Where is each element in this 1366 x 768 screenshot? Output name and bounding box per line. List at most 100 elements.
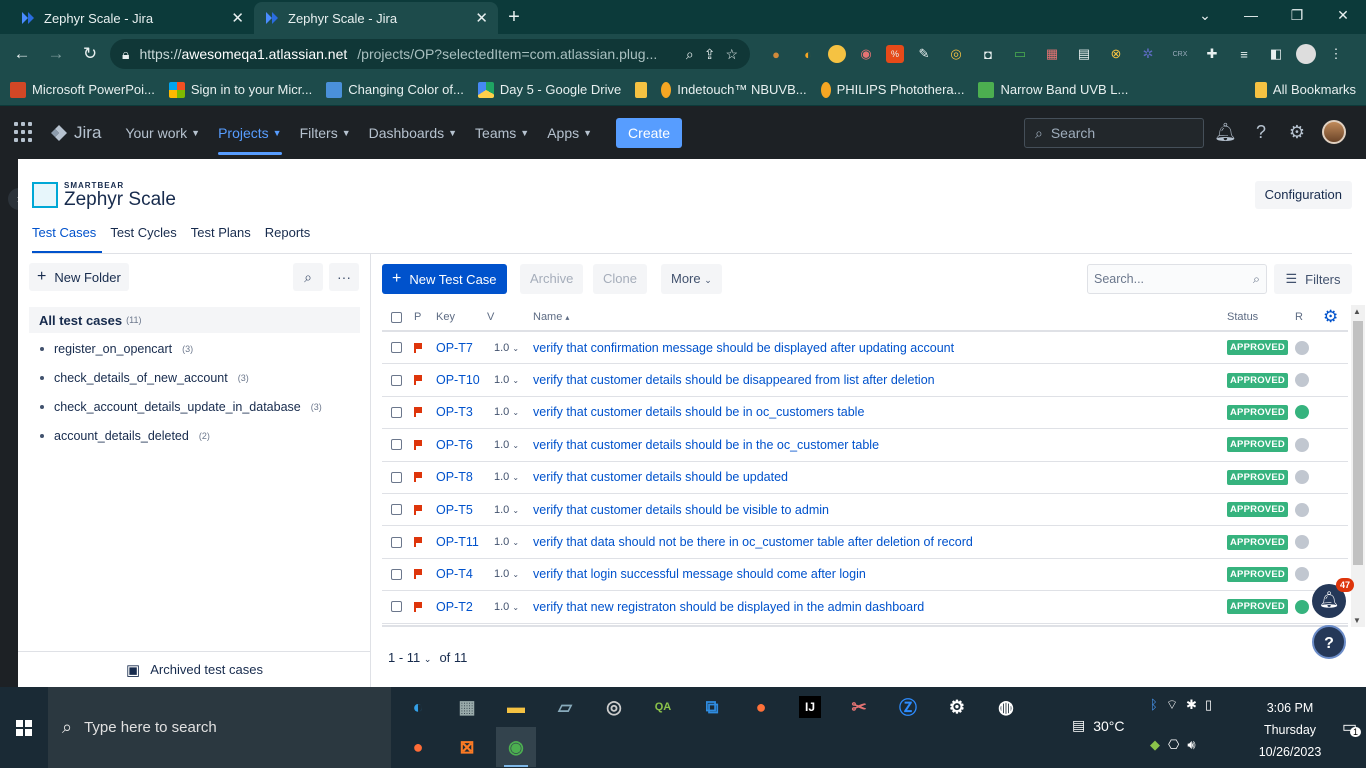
settings-gear-icon[interactable]: ⚙ xyxy=(1286,121,1308,143)
zoom-app-icon[interactable]: Ⓩ xyxy=(888,687,928,727)
bookmark-item[interactable]: Narrow Band UVB L... xyxy=(978,81,1128,98)
row-checkbox[interactable] xyxy=(391,536,402,548)
tab-search-icon[interactable]: ⌄ xyxy=(1182,0,1228,30)
puzzle-extension-icon[interactable]: ✚ xyxy=(1200,42,1224,66)
test-case-name-link[interactable]: verify that customer details should be v… xyxy=(533,503,829,517)
network-icon[interactable]: ⎔ xyxy=(1168,737,1179,753)
table-row[interactable]: OP-T3 1.0 ⌄ verify that customer details s… xyxy=(382,397,1348,430)
test-case-key-link[interactable]: OP-T4 xyxy=(436,567,473,581)
bookmark-folder[interactable] xyxy=(635,81,648,98)
test-case-name-link[interactable]: verify that new registraton should be di… xyxy=(533,600,924,614)
tab-test-cases[interactable]: Test Cases xyxy=(32,225,103,253)
snipping-tool-app-icon[interactable]: ✂ xyxy=(839,687,879,727)
version-dropdown[interactable]: 1.0 ⌄ xyxy=(494,471,519,483)
calc-extension-icon[interactable]: % xyxy=(886,45,904,63)
select-all-checkbox[interactable] xyxy=(391,311,402,323)
folder-item[interactable]: account_details_deleted (2) xyxy=(40,429,210,443)
nav-your-work[interactable]: Your work ▼ xyxy=(125,106,200,159)
folder-item[interactable]: register_on_opencart (3) xyxy=(40,342,193,356)
clone-button[interactable]: Clone xyxy=(593,264,647,294)
qa-preview-app-icon[interactable]: QA xyxy=(643,687,683,727)
row-checkbox[interactable] xyxy=(391,374,402,386)
tray-app-icon[interactable]: ◆ xyxy=(1150,737,1160,753)
jira-logo[interactable]: Jira xyxy=(50,123,101,143)
cookie-extension-icon[interactable]: ● xyxy=(764,42,788,66)
column-header-name[interactable]: Name ▴ xyxy=(533,311,569,323)
browser-tab-2[interactable]: Zephyr Scale - Jira ✕ xyxy=(254,2,498,34)
reload-icon[interactable]: ↻ xyxy=(76,40,104,68)
bookmark-item[interactable]: PHILIPS Phototherа... xyxy=(820,81,964,98)
folder-more-button[interactable]: ··· xyxy=(329,263,359,291)
action-center-button[interactable]: ▭ 1 xyxy=(1342,717,1362,737)
gear-extension-icon[interactable]: ✲ xyxy=(1136,42,1160,66)
close-window-icon[interactable]: ✕ xyxy=(1320,0,1366,30)
test-case-name-link[interactable]: verify that confirmation message should … xyxy=(533,341,954,355)
crx-extension-icon[interactable]: CRX xyxy=(1168,42,1192,66)
weather-widget[interactable]: ▤ 30°C xyxy=(1072,717,1125,734)
screen-extension-icon[interactable]: ▭ xyxy=(1008,42,1032,66)
xampp-app-icon[interactable]: ⊠ xyxy=(447,727,487,767)
column-header-priority[interactable]: P xyxy=(414,311,421,323)
table-row[interactable]: OP-T4 1.0 ⌄ verify that login successful m… xyxy=(382,559,1348,592)
column-header-version[interactable]: V xyxy=(487,311,494,323)
media-control-icon[interactable]: ≡ xyxy=(1232,42,1256,66)
grid-extension-icon[interactable]: ▦ xyxy=(1040,42,1064,66)
version-dropdown[interactable]: 1.0 ⌄ xyxy=(494,439,519,451)
share-icon[interactable]: ⇪ xyxy=(704,46,716,63)
browser-menu-icon[interactable]: ⋮ xyxy=(1324,42,1348,66)
help-widget-button[interactable]: ? xyxy=(1312,625,1346,659)
cancel-extension-icon[interactable]: ⊗ xyxy=(1104,42,1128,66)
test-case-name-link[interactable]: verify that customer details should be u… xyxy=(533,470,788,484)
tab-reports[interactable]: Reports xyxy=(265,225,311,253)
taskbar-search-input[interactable]: ⌕ Type here to search xyxy=(48,687,391,768)
version-dropdown[interactable]: 1.0 ⌄ xyxy=(494,601,519,613)
help-icon[interactable]: ? xyxy=(1250,121,1272,143)
new-folder-button[interactable]: + New Folder xyxy=(29,263,129,291)
create-button[interactable]: Create xyxy=(616,117,683,148)
minimize-icon[interactable]: — xyxy=(1228,0,1274,30)
version-dropdown[interactable]: 1.0 ⌄ xyxy=(494,568,519,580)
volume-icon[interactable]: 🔊︎ xyxy=(1187,737,1195,753)
nav-filters[interactable]: Filters ▼ xyxy=(300,106,351,159)
test-case-key-link[interactable]: OP-T3 xyxy=(436,405,473,419)
scrollbar-thumb[interactable] xyxy=(1353,321,1363,565)
table-row[interactable]: OP-T7 1.0 ⌄ verify that confirmation messa… xyxy=(382,332,1348,365)
bookmark-item[interactable]: Changing Color of... xyxy=(326,81,464,98)
bookmark-star-icon[interactable]: ☆ xyxy=(725,46,738,63)
forward-icon[interactable]: → xyxy=(42,40,70,68)
bookmark-item[interactable]: Day 5 - Google Drive xyxy=(477,81,621,98)
url-field[interactable]: 🔒︎ https://awesomeqa1.atlassian.net /pro… xyxy=(110,39,750,69)
notepad-app-icon[interactable]: ▱ xyxy=(545,687,585,727)
table-row[interactable]: OP-T5 1.0 ⌄ verify that customer details s… xyxy=(382,494,1348,527)
obs-app-icon[interactable]: ◎ xyxy=(594,687,634,727)
test-case-key-link[interactable]: OP-T7 xyxy=(436,341,473,355)
pin-app-icon[interactable]: ◍ xyxy=(986,687,1026,727)
row-checkbox[interactable] xyxy=(391,504,402,516)
new-tab-button[interactable]: + xyxy=(498,2,530,34)
column-header-key[interactable]: Key xyxy=(436,311,455,323)
version-dropdown[interactable]: 1.0 ⌄ xyxy=(494,504,519,516)
slack-icon[interactable]: ✱ xyxy=(1186,697,1197,713)
row-checkbox[interactable] xyxy=(391,568,402,580)
test-case-key-link[interactable]: OP-T5 xyxy=(436,503,473,517)
archived-test-cases-button[interactable]: ▣ Archived test cases xyxy=(18,651,371,687)
test-case-name-link[interactable]: verify that customer details should be i… xyxy=(533,438,879,452)
nav-apps[interactable]: Apps ▼ xyxy=(547,106,592,159)
close-tab-icon[interactable]: ✕ xyxy=(475,9,488,27)
jira-search-input[interactable]: ⌕ Search xyxy=(1024,118,1204,148)
edge-app-icon[interactable]: ◐ xyxy=(398,687,438,727)
app-switcher-icon[interactable] xyxy=(14,121,36,144)
eyedropper-extension-icon[interactable]: ✎ xyxy=(912,42,936,66)
back-icon[interactable]: ← xyxy=(8,40,36,68)
column-header-status[interactable]: Status xyxy=(1227,311,1258,323)
more-dropdown[interactable]: More ⌄ xyxy=(661,264,722,294)
test-case-name-link[interactable]: verify that data should not be there in … xyxy=(533,535,973,549)
camera-extension-icon[interactable]: ◘ xyxy=(976,42,1000,66)
wifi-icon[interactable]: ⌔ xyxy=(1166,697,1178,713)
test-case-key-link[interactable]: OP-T11 xyxy=(436,535,479,549)
zoom-icon[interactable]: ⌕ xyxy=(686,46,694,63)
settings-app-icon[interactable]: ⚙ xyxy=(937,687,977,727)
filters-button[interactable]: ☰ Filters xyxy=(1274,264,1352,294)
column-settings-gear-icon[interactable]: ⚙ xyxy=(1323,307,1338,327)
bookmark-item[interactable]: Microsoft PowerPoi... xyxy=(10,81,155,98)
